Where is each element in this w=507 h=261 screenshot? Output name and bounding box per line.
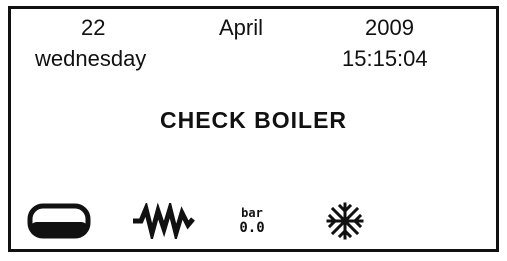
tank-icon: [27, 203, 91, 239]
weekday: wednesday: [35, 46, 147, 71]
date-day: 22: [81, 15, 106, 40]
date-year: 2009: [365, 15, 414, 40]
clock-time: 15:15:04: [342, 46, 428, 71]
pressure-unit: bar: [241, 206, 263, 220]
pressure-value: 0.0: [239, 220, 265, 236]
snowflake-icon: [326, 202, 364, 240]
waveform-icon: [133, 203, 195, 239]
pressure-gauge-icon: bar 0.0: [235, 205, 269, 239]
lcd-screen: 22 April 2009 wednesday 15:15:04 CHECK B…: [8, 6, 499, 252]
status-message: CHECK BOILER: [159, 107, 348, 133]
date-month: April: [219, 15, 264, 40]
